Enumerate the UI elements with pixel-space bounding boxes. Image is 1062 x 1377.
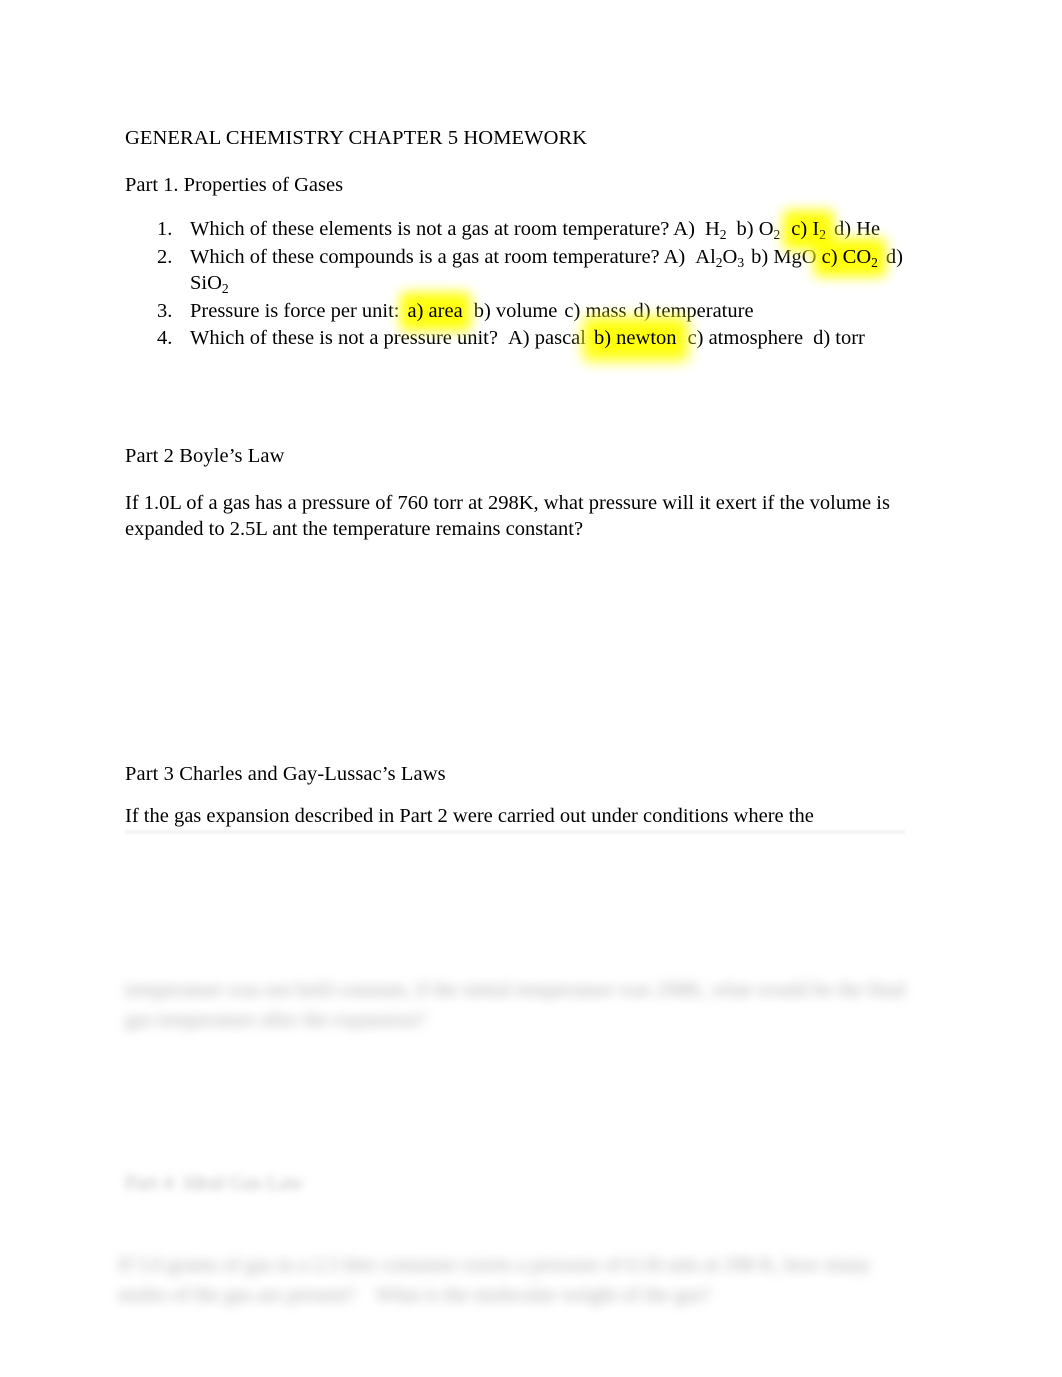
choice-d-continuation: SiO2 <box>190 272 229 296</box>
part4-body-obscured: If 5.0 grams of gas in a 2.5 liter conta… <box>118 1254 876 1306</box>
choice-d-subscript: 2 <box>221 280 229 296</box>
choice-d: d) He <box>833 218 881 240</box>
choice-a: H2 <box>704 218 727 242</box>
question-text: Which of these is not a pressure unit? A)… <box>190 327 865 349</box>
choice-b-highlighted: b) newton <box>593 325 678 352</box>
choice-d: d) <box>885 245 903 268</box>
part3-section: Part 3 Charles and Gay-Lussac’s Laws If … <box>125 760 937 829</box>
question-text: Which of these elements is not a gas at … <box>190 218 881 242</box>
document-title: GENERAL CHEMISTRY CHAPTER 5 HOMEWORK <box>125 127 588 149</box>
choice-d: d) torr <box>813 327 865 349</box>
question-item-3: 3. Pressure is force per unit: a) area b) … <box>125 298 937 325</box>
question-item-4: 4. Which of these is not a pressure unit… <box>125 325 937 352</box>
choice-b-subscript: 2 <box>773 226 781 242</box>
choice-b: b) O2 <box>736 218 781 242</box>
question-number: 3. <box>157 299 173 322</box>
part3-body-obscured: temperature was not held constant, if th… <box>125 979 911 1031</box>
question-prompt: Pressure is force per unit: <box>190 299 400 322</box>
part2-heading: Part 2 Boyle’s Law <box>125 445 285 467</box>
part3-body: If the gas expansion described in Part 2… <box>125 805 814 827</box>
choice-a-subscript: 2 <box>719 226 727 242</box>
question-item-2: 2. Which of these compounds is a gas at … <box>125 244 937 297</box>
choice-a-subscript-1: 2 <box>715 254 723 270</box>
document-page: GENERAL CHEMISTRY CHAPTER 5 HOMEWORK Par… <box>0 0 1062 1377</box>
choice-c: c) atmosphere <box>687 327 804 349</box>
choice-a: A) pascal <box>507 327 586 349</box>
choice-a-highlighted: a) area <box>407 298 464 325</box>
question-number: 2. <box>157 245 173 268</box>
document-body: GENERAL CHEMISTRY CHAPTER 5 HOMEWORK Par… <box>125 124 937 353</box>
choice-a-subscript-2: 3 <box>737 254 745 270</box>
question-prompt: Which of these elements is not a gas at … <box>190 218 695 240</box>
part2-section: Part 2 Boyle’s Law If 1.0L of a gas has … <box>125 442 937 542</box>
choice-c-highlighted: c) CO2 <box>821 245 878 270</box>
part1-question-list: 1. Which of these elements is not a gas … <box>125 216 937 352</box>
question-number: 1. <box>157 218 173 240</box>
choice-a: Al2O3 <box>695 245 745 270</box>
question-prompt: Which of these compounds is a gas at roo… <box>190 245 686 268</box>
choice-b: b) volume <box>473 299 558 322</box>
faint-divider-rule <box>125 831 905 833</box>
choice-c-subscript: 2 <box>871 254 878 270</box>
question-text: Which of these compounds is a gas at roo… <box>190 245 903 296</box>
part1-heading: Part 1. Properties of Gases <box>125 174 344 196</box>
part3-heading: Part 3 Charles and Gay-Lussac’s Laws <box>125 763 446 785</box>
part4-heading-obscured: Part 4 Ideal Gas Law <box>125 1172 304 1194</box>
part2-body: If 1.0L of a gas has a pressure of 760 t… <box>125 492 890 540</box>
question-number: 4. <box>157 327 173 349</box>
